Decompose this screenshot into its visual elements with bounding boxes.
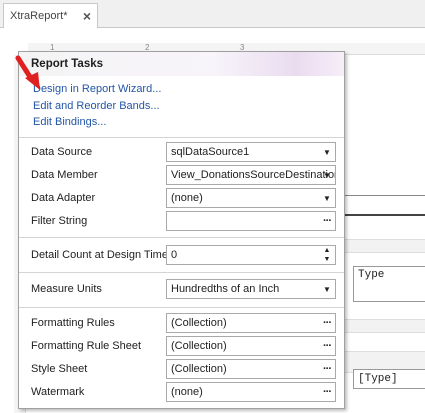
separator — [19, 137, 344, 138]
panel-header: Report Tasks — [19, 52, 344, 76]
edit-bands-link[interactable]: Edit and Reorder Bands... — [33, 100, 160, 112]
data-member-value: View_DonationsSourceDestination — [171, 169, 336, 181]
ellipsis-icon[interactable]: ··· — [319, 360, 335, 378]
data-member-label: Data Member — [31, 169, 98, 181]
formatting-rules-value: (Collection) — [171, 317, 227, 329]
data-adapter-value: (none) — [171, 192, 203, 204]
data-member-dropdown[interactable]: View_DonationsSourceDestination ▼ — [166, 165, 336, 185]
red-arrow-icon — [15, 58, 18, 60]
formatting-rule-sheet-label: Formatting Rule Sheet — [31, 340, 142, 352]
filter-string-field[interactable]: ··· — [166, 211, 336, 231]
data-source-dropdown[interactable]: sqlDataSource1 ▼ — [166, 142, 336, 162]
separator — [19, 307, 344, 308]
report-tasks-panel: Report Tasks Design in Report Wizard... … — [18, 51, 345, 409]
band-divider — [345, 214, 425, 216]
ellipsis-icon[interactable]: ··· — [319, 314, 335, 332]
formatting-rules-field[interactable]: (Collection) ··· — [166, 313, 336, 333]
measure-units-value: Hundredths of an Inch — [171, 283, 280, 295]
separator — [19, 272, 344, 273]
measure-units-label: Measure Units — [31, 283, 102, 295]
ellipsis-icon[interactable]: ··· — [319, 337, 335, 355]
formatting-rule-sheet-field[interactable]: (Collection) ··· — [166, 336, 336, 356]
chevron-down-icon[interactable]: ▼ — [319, 143, 335, 161]
type-label-control[interactable]: Type — [353, 266, 425, 302]
formatting-rules-label: Formatting Rules — [31, 317, 115, 329]
formatting-rule-sheet-value: (Collection) — [171, 340, 227, 352]
data-adapter-dropdown[interactable]: (none) ▼ — [166, 188, 336, 208]
close-icon[interactable]: × — [83, 8, 91, 24]
type-field-control[interactable]: [Type] — [353, 369, 425, 389]
band-divider — [345, 195, 425, 196]
data-adapter-label: Data Adapter — [31, 192, 96, 204]
separator — [19, 237, 344, 238]
chevron-down-icon[interactable]: ▼ — [319, 166, 335, 184]
detail-count-label: Detail Count at Design Time — [31, 249, 168, 261]
detail-count-value: 0 — [171, 249, 178, 261]
chevron-down-icon[interactable]: ▼ — [319, 280, 335, 298]
chevron-down-icon[interactable]: ▼ — [319, 189, 335, 207]
data-source-label: Data Source — [31, 146, 93, 158]
watermark-value: (none) — [171, 386, 203, 398]
measure-units-dropdown[interactable]: Hundredths of an Inch ▼ — [166, 279, 336, 299]
red-arrow-icon — [15, 55, 40, 90]
data-source-value: sqlDataSource1 — [171, 146, 250, 158]
band-header-strip[interactable] — [345, 319, 425, 333]
report-wizard-link[interactable]: Design in Report Wizard... — [33, 83, 161, 95]
watermark-field[interactable]: (none) ··· — [166, 382, 336, 402]
detail-count-spinner[interactable]: 0 ▲ ▼ — [166, 245, 336, 265]
band-header-strip[interactable] — [345, 239, 425, 253]
edit-bindings-link[interactable]: Edit Bindings... — [33, 116, 106, 128]
filter-string-label: Filter String — [31, 215, 88, 227]
spin-up-down-icon[interactable]: ▲ ▼ — [320, 246, 334, 264]
document-tab-strip: XtraReport* × — [0, 0, 425, 28]
style-sheet-value: (Collection) — [171, 363, 227, 375]
style-sheet-field[interactable]: (Collection) ··· — [166, 359, 336, 379]
ellipsis-icon[interactable]: ··· — [319, 383, 335, 401]
style-sheet-label: Style Sheet — [31, 363, 88, 375]
ellipsis-icon[interactable]: ··· — [319, 212, 335, 230]
watermark-label: Watermark — [31, 386, 85, 398]
